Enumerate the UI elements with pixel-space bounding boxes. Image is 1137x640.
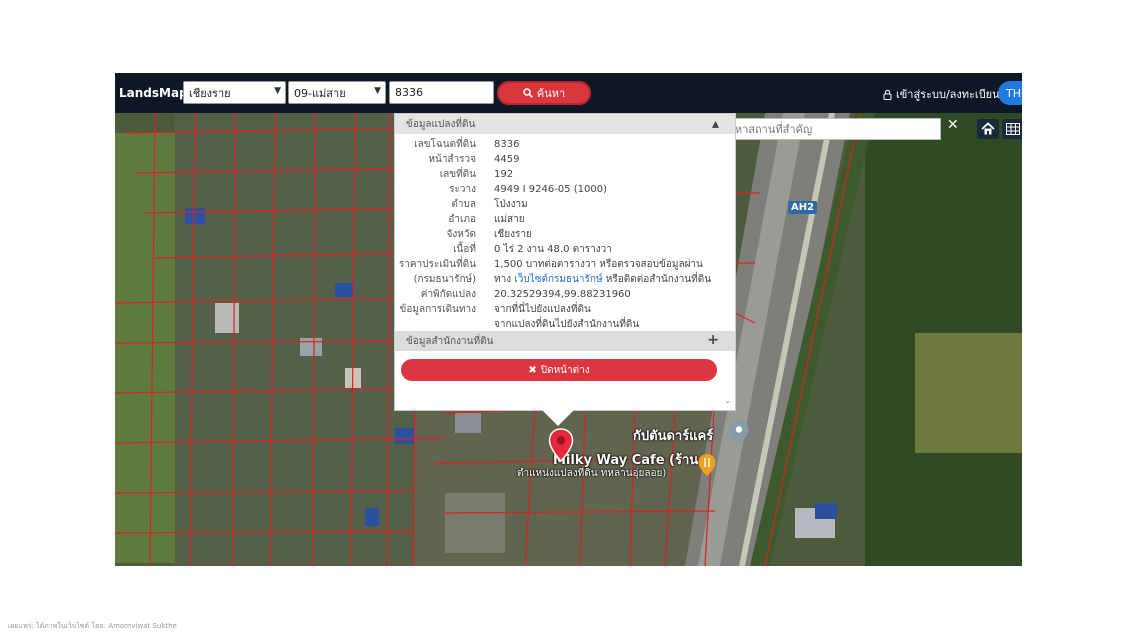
- popup-title: ข้อมูลแปลงที่ดิน: [406, 118, 476, 130]
- brand-logo: LandsMaps: [119, 86, 195, 100]
- info-row: ระวาง 4949 I 9246-05 (1000): [395, 182, 735, 197]
- language-toggle[interactable]: TH: [998, 81, 1022, 105]
- parcel-info-table: เลขโฉนดที่ดิน 8336 หน้าสำรวจ 4459 เลขที่ดิน 1…: [395, 134, 735, 332]
- coordinates-link[interactable]: 20.32529394,99.88231960: [494, 287, 631, 302]
- info-row: ค่าพิกัดแปลง 20.32529394,99.88231960: [395, 287, 735, 302]
- place-search-input[interactable]: ค้นหาสถานที่สำคัญ: [715, 118, 941, 140]
- info-row-value: 8336: [494, 139, 520, 150]
- info-row: ตำบล โป่งงาม: [395, 197, 735, 212]
- info-row: จากแปลงที่ดินไปยังสำนักงานที่ดิน: [395, 317, 735, 332]
- layers-button[interactable]: [1002, 119, 1022, 139]
- popup-header[interactable]: ข้อมูลแปลงที่ดิน ▴: [395, 114, 735, 134]
- close-icon[interactable]: ✕: [947, 117, 959, 133]
- plus-icon[interactable]: +: [707, 332, 719, 348]
- home-button[interactable]: [977, 119, 999, 139]
- info-row: ข้อมูลการเดินทาง จากที่นี่ไปยังแปลงที่ดิน: [395, 302, 735, 317]
- home-icon: [981, 122, 995, 135]
- directions-to-office-link[interactable]: จากแปลงที่ดินไปยังสำนักงานที่ดิน: [494, 317, 639, 332]
- login-link[interactable]: เข้าสู่ระบบ/ลงทะเบียน: [883, 85, 1000, 103]
- info-row: เนื้อที่ 0 ไร่ 2 งาน 48.0 ตารางวา: [395, 242, 735, 257]
- chevron-down-icon: ▼: [274, 86, 281, 96]
- landsmaps-app: LandsMaps เชียงราย ▼ 09-แม่สาย ▼ 8336 ค้…: [115, 73, 1022, 566]
- info-row-value: 4459: [494, 154, 520, 165]
- info-row-label: ราคาประเมินที่ดิน: [398, 259, 476, 270]
- info-row-value: ทาง เว็บไซต์กรมธนารักษ์ หรือติดต่อสำนักง…: [494, 272, 711, 287]
- info-row-label: เลขที่ดิน: [439, 169, 476, 180]
- expand-icon[interactable]: ▴: [712, 116, 719, 132]
- place-pin-icon[interactable]: [728, 419, 750, 445]
- close-window-label: ปิดหน้าต่าง: [540, 364, 590, 376]
- info-row-label: ค่าพิกัดแปลง: [420, 289, 476, 300]
- chevron-down-icon: ▼: [374, 86, 381, 96]
- info-row-label: จังหวัด: [446, 229, 476, 240]
- info-row-label: เนื้อที่: [453, 244, 476, 255]
- info-row-label: หน้าสำรวจ: [428, 154, 476, 165]
- info-row-label: ตำบล: [451, 199, 476, 210]
- parcel-info-popup: ข้อมูลแปลงที่ดิน ▴ เลขโฉนดที่ดิน 8336 หน้า…: [394, 113, 736, 411]
- treasury-website-link[interactable]: เว็บไซต์กรมธนารักษ์: [514, 274, 602, 285]
- value-suffix: หรือติดต่อสำนักงานที่ดิน: [602, 274, 712, 285]
- parcel-number-value: 8336: [395, 86, 423, 99]
- info-row-value: โป่งงาม: [494, 199, 528, 210]
- info-row: หน้าสำรวจ 4459: [395, 152, 735, 167]
- info-row-value: 192: [494, 169, 514, 180]
- land-office-title: ข้อมูลสำนักงานที่ดิน: [406, 335, 494, 347]
- info-row: อำเภอ แม่สาย: [395, 212, 735, 227]
- popup-pointer: [542, 410, 574, 426]
- info-row-label: อำเภอ: [448, 214, 476, 225]
- info-row-label: [395, 317, 494, 332]
- info-row: (กรมธนารักษ์) ทาง เว็บไซต์กรมธนารักษ์ หรื…: [395, 272, 735, 287]
- login-label: เข้าสู่ระบบ/ลงทะเบียน: [896, 88, 1000, 101]
- info-row-label: ข้อมูลการเดินทาง: [399, 304, 476, 315]
- info-row-label: (กรมธนารักษ์): [413, 274, 476, 285]
- lock-icon: [883, 89, 892, 100]
- language-label: TH: [1006, 86, 1021, 100]
- province-select[interactable]: เชียงราย ▼: [183, 81, 286, 104]
- image-credit: เผยแพร่: ได้ภาพในเว็บไซต์ โดย: Amornviwa…: [8, 622, 177, 630]
- search-button-label: ค้นหา: [536, 87, 566, 100]
- search-icon: [523, 88, 533, 98]
- place-label: ตำแหน่งแปลงที่ดิน ทหลานอุ่ยลอย): [517, 468, 667, 479]
- info-row-value: 1,500 บาทต่อตารางวา หรือตรวจสอบข้อมูลผ่า…: [494, 259, 703, 270]
- value-prefix: ทาง: [494, 274, 515, 285]
- road-badge: AH2: [788, 201, 818, 214]
- grid-icon: [1006, 123, 1020, 135]
- info-row-value: 0 ไร่ 2 งาน 48.0 ตารางวา: [494, 244, 612, 255]
- province-select-value: เชียงราย: [189, 86, 231, 100]
- close-icon: ✖: [528, 364, 537, 376]
- restaurant-pin-icon[interactable]: [697, 453, 717, 477]
- info-row-value: เชียงราย: [494, 229, 532, 240]
- info-row-value: แม่สาย: [494, 214, 525, 225]
- directions-to-parcel-link[interactable]: จากที่นี่ไปยังแปลงที่ดิน: [494, 302, 591, 317]
- land-office-section[interactable]: ข้อมูลสำนักงานที่ดิน +: [395, 331, 735, 351]
- info-row: เลขที่ดิน 192: [395, 167, 735, 182]
- info-row: จังหวัด เชียงราย: [395, 227, 735, 242]
- info-row-label: ระวาง: [449, 184, 476, 195]
- district-select-value: 09-แม่สาย: [294, 86, 346, 100]
- search-button[interactable]: ค้นหา: [497, 81, 591, 105]
- district-select[interactable]: 09-แม่สาย ▼: [288, 81, 386, 104]
- location-pin-icon[interactable]: [548, 428, 574, 462]
- place-label: กัปตันดาร์แคร์: [633, 429, 714, 444]
- info-row-label: เลขโฉนดที่ดิน: [414, 139, 476, 150]
- info-row: เลขโฉนดที่ดิน 8336: [395, 137, 735, 152]
- parcel-number-input[interactable]: 8336: [389, 81, 494, 104]
- close-window-button[interactable]: ✖ ปิดหน้าต่าง: [401, 359, 717, 381]
- scroll-down-icon[interactable]: ⌄: [724, 396, 731, 405]
- info-row-value: 4949 I 9246-05 (1000): [494, 184, 607, 195]
- info-row: ราคาประเมินที่ดิน 1,500 บาทต่อตารางวา หรื…: [395, 257, 735, 272]
